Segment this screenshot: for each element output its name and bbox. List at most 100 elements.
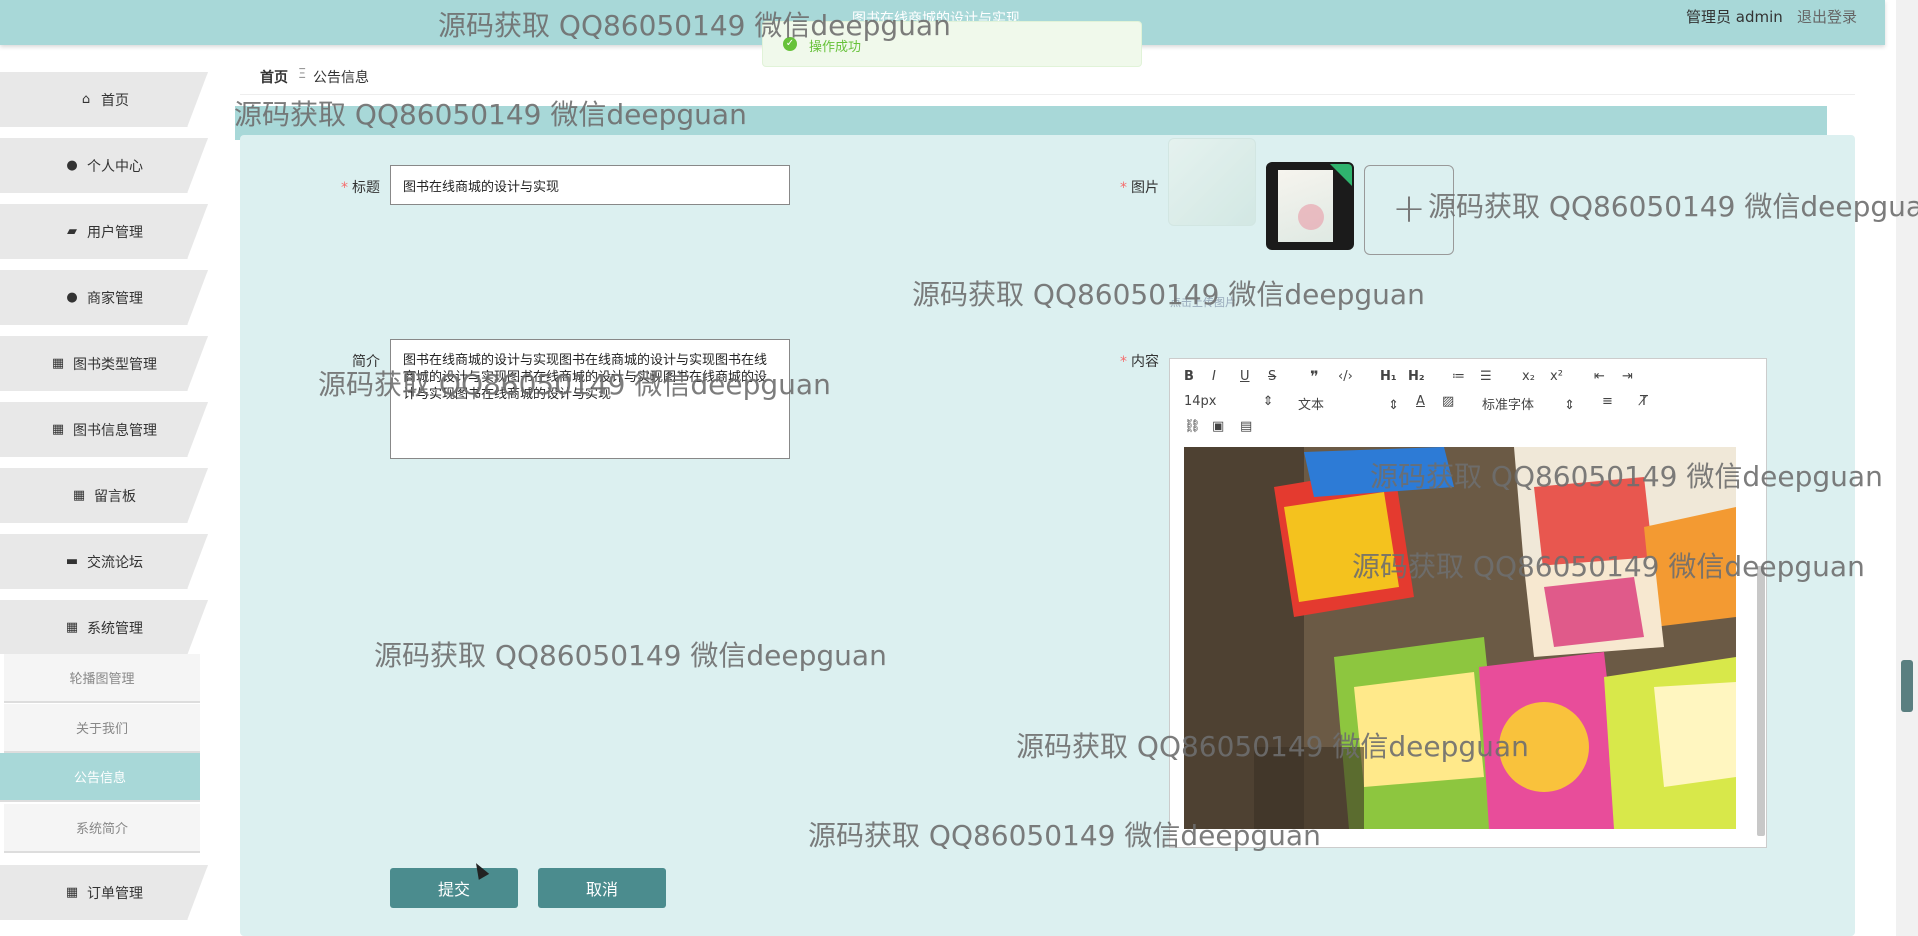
bulb-icon: ● [66, 289, 78, 305]
h1-icon[interactable]: H₁ [1380, 369, 1397, 384]
briefcase-icon: ▬ [65, 553, 79, 569]
sidebar-item-label: 图书类型管理 [73, 356, 157, 373]
submenu-item-label: 系统简介 [75, 822, 128, 837]
underline-icon[interactable]: U [1240, 369, 1250, 384]
outdent-icon[interactable]: ⇤ [1594, 369, 1605, 384]
code-icon[interactable]: ‹/› [1338, 369, 1353, 384]
submenu-item-label: 轮播图管理 [69, 672, 135, 687]
user-icon: ● [66, 157, 78, 173]
editor-scrollbar-thumb[interactable] [1757, 566, 1765, 836]
clear-format-icon[interactable]: T̸ [1640, 394, 1648, 409]
grid-icon: ▦ [51, 355, 65, 371]
home-icon: ⌂ [81, 91, 91, 107]
sidebar-item-label: 商家管理 [87, 290, 143, 307]
breadcrumb-separator-icon: Ξ [298, 67, 307, 82]
breadcrumb-home[interactable]: 首页 [260, 67, 288, 87]
paragraph-select[interactable]: 文本 ⇕ [1298, 394, 1399, 413]
subscript-icon[interactable]: x₂ [1522, 369, 1535, 384]
sidebar-item-label: 首页 [101, 92, 129, 109]
submenu-item-notice[interactable]: 公告信息 [0, 753, 200, 802]
title-label: * 标题 [341, 180, 380, 196]
sidebar-item-merchants[interactable]: ● 商家管理 [0, 270, 208, 325]
uploaded-image-thumb[interactable] [1168, 138, 1256, 226]
sidebar-item-label: 订单管理 [87, 885, 143, 902]
sidebar-item-forum[interactable]: ▬ 交流论坛 [0, 534, 208, 589]
sidebar-item-label: 留言板 [94, 488, 136, 505]
logout-link[interactable]: 退出登录 [1797, 6, 1857, 27]
bullet-list-icon[interactable]: ☰ [1480, 369, 1492, 384]
success-check-icon: ✓ [783, 37, 797, 51]
cancel-button[interactable]: 取消 [538, 868, 666, 908]
submenu-item-label: 关于我们 [75, 722, 128, 737]
grid-icon: ▦ [72, 487, 86, 503]
superscript-icon[interactable]: x² [1550, 369, 1563, 384]
font-family-value: 标准字体 [1482, 398, 1535, 413]
toast-message: 操作成功 [809, 40, 862, 55]
uploaded-image-thumb[interactable] [1266, 162, 1354, 250]
chart-icon: ▰ [67, 223, 77, 239]
grid-icon: ▦ [65, 619, 79, 635]
grid-icon: ▦ [51, 421, 65, 437]
sidebar-item-home[interactable]: ⌂ 首页 [0, 72, 208, 127]
submenu-item-carousel[interactable]: 轮播图管理 [4, 654, 200, 703]
bold-icon[interactable]: B [1184, 369, 1194, 384]
editor-content-image [1184, 447, 1736, 829]
rich-text-editor[interactable]: B I U S ❞ ‹/› H₁ H₂ ≔ ☰ x₂ x² ⇤ ⇥ 14px ⇕… [1169, 358, 1767, 848]
indent-icon[interactable]: ⇥ [1622, 369, 1633, 384]
sidebar: ⌂ 首页 ● 个人中心 ▰ 用户管理 ● 商家管理 ▦ 图书类型管理 ▦ 图书信… [0, 45, 210, 936]
sidebar-item-label: 个人中心 [87, 158, 143, 175]
font-family-select[interactable]: 标准字体 ⇕ [1482, 394, 1575, 413]
image-icon[interactable]: ▣ [1212, 419, 1224, 434]
sidebar-item-label: 图书信息管理 [73, 422, 157, 439]
upload-tip: 点击上传图片 [1170, 296, 1236, 309]
editor-scrollbar[interactable] [1756, 451, 1766, 843]
page-scrollbar[interactable] [1896, 0, 1918, 936]
page-scrollbar-thumb[interactable] [1901, 660, 1913, 712]
paragraph-value: 文本 [1298, 398, 1325, 413]
plus-icon: + [1392, 186, 1426, 232]
breadcrumb-current: 公告信息 [313, 70, 369, 86]
submenu-item-about[interactable]: 关于我们 [4, 704, 200, 753]
sidebar-item-label: 交流论坛 [87, 554, 143, 571]
sidebar-item-label: 用户管理 [87, 224, 143, 241]
h2-icon[interactable]: H₂ [1408, 369, 1425, 384]
select-arrow-icon: ⇕ [1388, 398, 1400, 413]
intro-label: 简介 [352, 354, 380, 370]
select-arrow-icon: ⇕ [1564, 398, 1576, 413]
strikethrough-icon[interactable]: S [1268, 369, 1276, 384]
grid-icon: ▦ [65, 884, 79, 900]
sidebar-item-book-types[interactable]: ▦ 图书类型管理 [0, 336, 208, 391]
link-icon[interactable]: ⛓ [1184, 419, 1201, 434]
ordered-list-icon[interactable]: ≔ [1452, 369, 1465, 384]
admin-label: 管理员 admin [1686, 8, 1783, 26]
intro-textarea[interactable]: 图书在线商城的设计与实现图书在线商城的设计与实现图书在线商城的设计与实现图书在线… [390, 339, 790, 459]
sidebar-item-orders[interactable]: ▦ 订单管理 [0, 865, 208, 920]
background-color-icon[interactable]: ▨ [1442, 394, 1454, 409]
select-arrow-icon: ⇕ [1262, 394, 1274, 409]
system-submenu: 轮播图管理 关于我们 公告信息 系统简介 [0, 654, 207, 858]
submenu-item-intro[interactable]: 系统简介 [4, 804, 200, 853]
submenu-item-label: 公告信息 [73, 771, 126, 786]
font-size-value: 14px [1184, 394, 1217, 409]
align-icon[interactable]: ≡ [1602, 394, 1613, 409]
editor-toolbar: B I U S ❞ ‹/› H₁ H₂ ≔ ☰ x₂ x² ⇤ ⇥ 14px ⇕… [1170, 359, 1766, 445]
submit-button[interactable]: 提交 [390, 868, 518, 908]
books-photo [1184, 447, 1736, 829]
title-input-value: 图书在线商城的设计与实现 [403, 179, 560, 195]
sidebar-item-label: 系统管理 [87, 620, 143, 637]
sidebar-item-book-info[interactable]: ▦ 图书信息管理 [0, 402, 208, 457]
title-input[interactable]: 图书在线商城的设计与实现 [390, 165, 790, 205]
sidebar-item-system[interactable]: ▦ 系统管理 [0, 600, 208, 655]
sidebar-item-profile[interactable]: ● 个人中心 [0, 138, 208, 193]
video-icon[interactable]: ▤ [1240, 419, 1252, 434]
success-toast: ✓ 操作成功 [762, 21, 1142, 67]
sidebar-item-users[interactable]: ▰ 用户管理 [0, 204, 208, 259]
content-label: * 内容 [1120, 354, 1159, 370]
image-label: * 图片 [1120, 180, 1159, 196]
font-size-select[interactable]: 14px ⇕ [1184, 394, 1274, 409]
upload-image-button[interactable]: + [1364, 165, 1454, 255]
italic-icon[interactable]: I [1212, 369, 1216, 384]
font-color-icon[interactable]: A [1416, 394, 1425, 409]
quote-icon[interactable]: ❞ [1310, 367, 1319, 386]
sidebar-item-messages[interactable]: ▦ 留言板 [0, 468, 208, 523]
